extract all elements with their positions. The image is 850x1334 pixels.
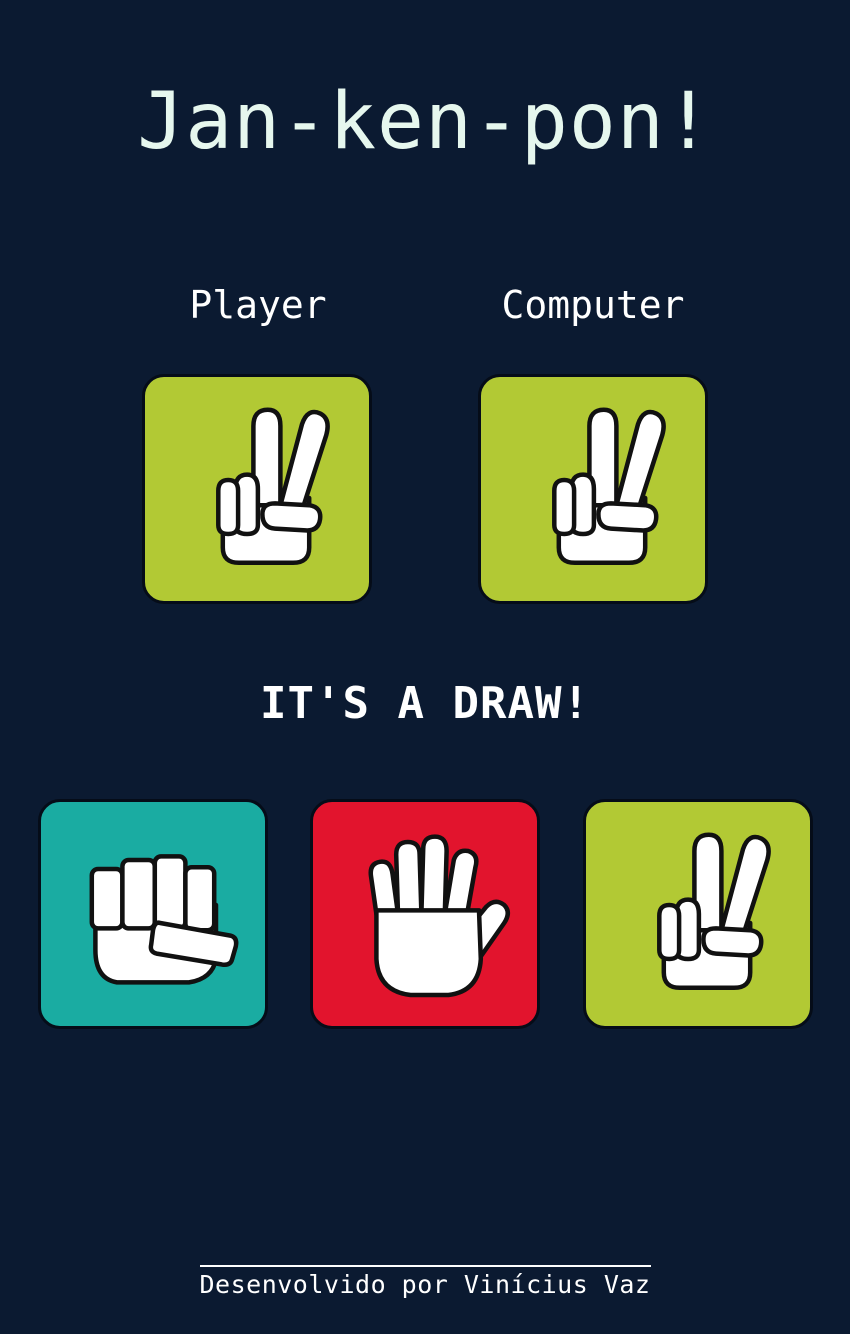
computer-choice-card (478, 374, 708, 604)
paper-button[interactable] (310, 799, 540, 1029)
paper-hand-icon (335, 824, 515, 1004)
page-title: Jan-ken-pon! (137, 77, 713, 167)
rock-button[interactable] (38, 799, 268, 1029)
computer-label: Computer (501, 283, 685, 327)
footer: Desenvolvido por Vinícius Vaz (0, 1265, 850, 1301)
rock-fist-icon (63, 824, 243, 1004)
result-message: IT'S A DRAW! (260, 678, 590, 729)
scissors-button[interactable] (583, 799, 813, 1029)
player-choice-card (142, 374, 372, 604)
scissors-hand-icon (503, 399, 683, 579)
footer-credit: Desenvolvido por Vinícius Vaz (199, 1265, 651, 1301)
scissors-hand-icon (608, 824, 788, 1004)
scissors-hand-icon (167, 399, 347, 579)
player-label: Player (189, 283, 327, 327)
